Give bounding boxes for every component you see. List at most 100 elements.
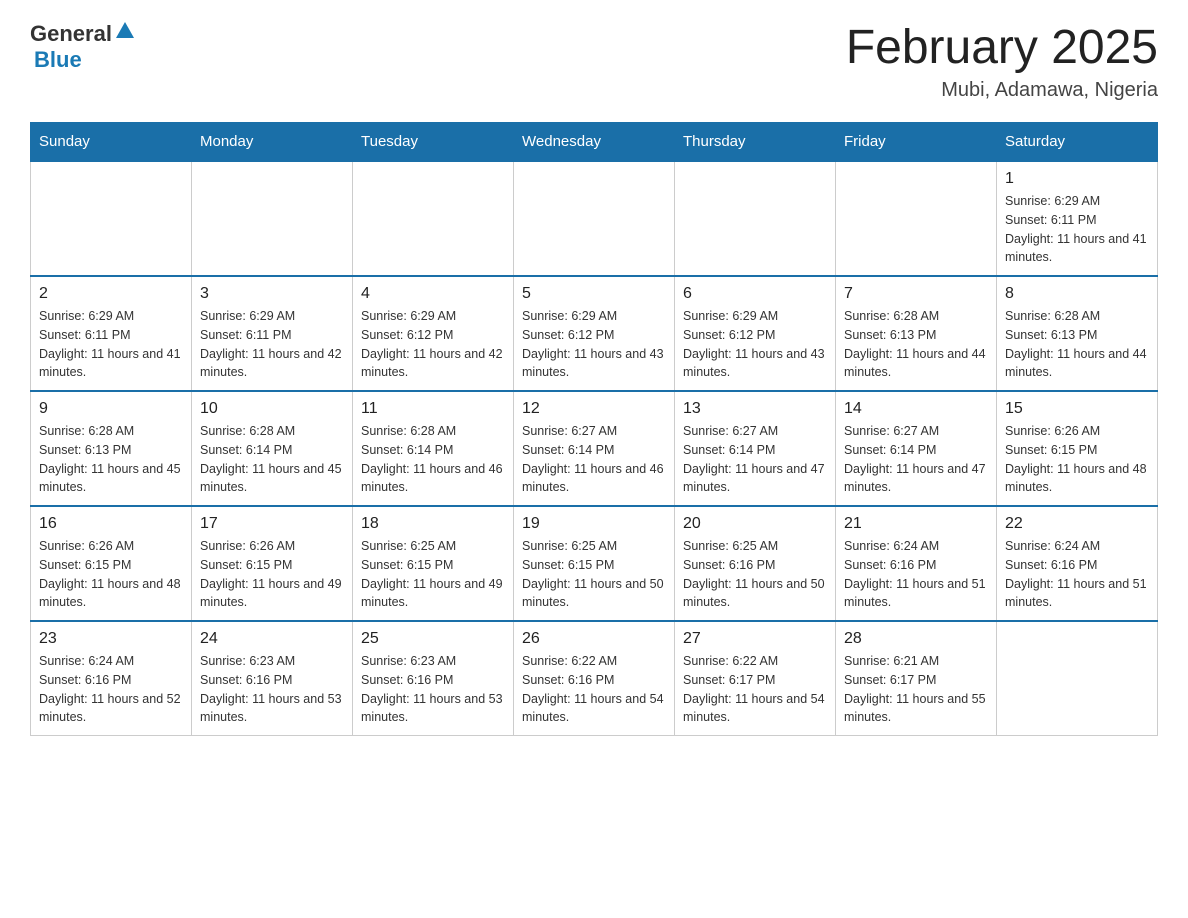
day-info: Sunrise: 6:23 AM Sunset: 6:16 PM Dayligh… bbox=[361, 652, 505, 727]
day-info: Sunrise: 6:29 AM Sunset: 6:11 PM Dayligh… bbox=[39, 307, 183, 382]
day-number: 6 bbox=[683, 285, 827, 303]
day-number: 20 bbox=[683, 515, 827, 533]
calendar-cell: 11Sunrise: 6:28 AM Sunset: 6:14 PM Dayli… bbox=[353, 391, 514, 506]
calendar-header-row: SundayMondayTuesdayWednesdayThursdayFrid… bbox=[31, 123, 1158, 162]
day-number: 22 bbox=[1005, 515, 1149, 533]
calendar-cell: 25Sunrise: 6:23 AM Sunset: 6:16 PM Dayli… bbox=[353, 621, 514, 736]
logo: General Blue bbox=[30, 20, 136, 73]
page-header: General Blue February 2025 Mubi, Adamawa… bbox=[30, 20, 1158, 102]
calendar-cell: 15Sunrise: 6:26 AM Sunset: 6:15 PM Dayli… bbox=[997, 391, 1158, 506]
day-info: Sunrise: 6:24 AM Sunset: 6:16 PM Dayligh… bbox=[39, 652, 183, 727]
day-info: Sunrise: 6:26 AM Sunset: 6:15 PM Dayligh… bbox=[200, 537, 344, 612]
day-number: 24 bbox=[200, 630, 344, 648]
calendar-cell: 12Sunrise: 6:27 AM Sunset: 6:14 PM Dayli… bbox=[514, 391, 675, 506]
calendar-cell: 16 Sunrise: 6:26 AM Sunset: 6:15 PM Dayli… bbox=[31, 506, 192, 621]
day-info: Sunrise: 6:26 AM Sunset: 6:15 PM Dayligh… bbox=[39, 537, 183, 612]
calendar-cell: 8 Sunrise: 6:28 AM Sunset: 6:13 PM Daylig… bbox=[997, 276, 1158, 391]
day-number: 2 bbox=[39, 285, 183, 303]
calendar-table: SundayMondayTuesdayWednesdayThursdayFrid… bbox=[30, 122, 1158, 736]
calendar-week-row: 1Sunrise: 6:29 AM Sunset: 6:11 PM Daylig… bbox=[31, 161, 1158, 276]
calendar-cell: 6 Sunrise: 6:29 AM Sunset: 6:12 PM Daylig… bbox=[675, 276, 836, 391]
calendar-cell: 24 Sunrise: 6:23 AM Sunset: 6:16 PM Dayli… bbox=[192, 621, 353, 736]
calendar-header-sunday: Sunday bbox=[31, 123, 192, 162]
location-title: Mubi, Adamawa, Nigeria bbox=[846, 79, 1158, 102]
calendar-header-thursday: Thursday bbox=[675, 123, 836, 162]
calendar-cell bbox=[192, 161, 353, 276]
day-info: Sunrise: 6:29 AM Sunset: 6:12 PM Dayligh… bbox=[522, 307, 666, 382]
calendar-cell: 20 Sunrise: 6:25 AM Sunset: 6:16 PM Dayli… bbox=[675, 506, 836, 621]
day-info: Sunrise: 6:24 AM Sunset: 6:16 PM Dayligh… bbox=[1005, 537, 1149, 612]
calendar-cell: 1Sunrise: 6:29 AM Sunset: 6:11 PM Daylig… bbox=[997, 161, 1158, 276]
day-info: Sunrise: 6:22 AM Sunset: 6:16 PM Dayligh… bbox=[522, 652, 666, 727]
logo-blue-text: Blue bbox=[30, 47, 82, 72]
day-number: 8 bbox=[1005, 285, 1149, 303]
day-info: Sunrise: 6:27 AM Sunset: 6:14 PM Dayligh… bbox=[844, 422, 988, 497]
day-info: Sunrise: 6:26 AM Sunset: 6:15 PM Dayligh… bbox=[1005, 422, 1149, 497]
calendar-cell: 22 Sunrise: 6:24 AM Sunset: 6:16 PM Dayli… bbox=[997, 506, 1158, 621]
calendar-header-saturday: Saturday bbox=[997, 123, 1158, 162]
calendar-cell: 27Sunrise: 6:22 AM Sunset: 6:17 PM Dayli… bbox=[675, 621, 836, 736]
day-number: 12 bbox=[522, 400, 666, 418]
calendar-cell: 4 Sunrise: 6:29 AM Sunset: 6:12 PM Daylig… bbox=[353, 276, 514, 391]
day-info: Sunrise: 6:28 AM Sunset: 6:14 PM Dayligh… bbox=[200, 422, 344, 497]
calendar-week-row: 2 Sunrise: 6:29 AM Sunset: 6:11 PM Daylig… bbox=[31, 276, 1158, 391]
day-info: Sunrise: 6:21 AM Sunset: 6:17 PM Dayligh… bbox=[844, 652, 988, 727]
calendar-cell: 28 Sunrise: 6:21 AM Sunset: 6:17 PM Dayli… bbox=[836, 621, 997, 736]
day-number: 21 bbox=[844, 515, 988, 533]
calendar-cell bbox=[514, 161, 675, 276]
calendar-header-monday: Monday bbox=[192, 123, 353, 162]
day-info: Sunrise: 6:27 AM Sunset: 6:14 PM Dayligh… bbox=[683, 422, 827, 497]
day-number: 14 bbox=[844, 400, 988, 418]
logo-general-text: General bbox=[30, 21, 112, 47]
day-number: 19 bbox=[522, 515, 666, 533]
day-info: Sunrise: 6:29 AM Sunset: 6:12 PM Dayligh… bbox=[683, 307, 827, 382]
calendar-cell: 7 Sunrise: 6:28 AM Sunset: 6:13 PM Daylig… bbox=[836, 276, 997, 391]
day-info: Sunrise: 6:25 AM Sunset: 6:15 PM Dayligh… bbox=[361, 537, 505, 612]
calendar-cell: 18 Sunrise: 6:25 AM Sunset: 6:15 PM Dayli… bbox=[353, 506, 514, 621]
day-info: Sunrise: 6:25 AM Sunset: 6:16 PM Dayligh… bbox=[683, 537, 827, 612]
calendar-week-row: 23 Sunrise: 6:24 AM Sunset: 6:16 PM Dayli… bbox=[31, 621, 1158, 736]
day-number: 16 bbox=[39, 515, 183, 533]
calendar-header-tuesday: Tuesday bbox=[353, 123, 514, 162]
day-info: Sunrise: 6:28 AM Sunset: 6:13 PM Dayligh… bbox=[39, 422, 183, 497]
calendar-header-friday: Friday bbox=[836, 123, 997, 162]
calendar-cell: 10 Sunrise: 6:28 AM Sunset: 6:14 PM Dayli… bbox=[192, 391, 353, 506]
calendar-cell bbox=[997, 621, 1158, 736]
day-info: Sunrise: 6:23 AM Sunset: 6:16 PM Dayligh… bbox=[200, 652, 344, 727]
day-number: 28 bbox=[844, 630, 988, 648]
calendar-week-row: 9 Sunrise: 6:28 AM Sunset: 6:13 PM Daylig… bbox=[31, 391, 1158, 506]
title-area: February 2025 Mubi, Adamawa, Nigeria bbox=[846, 20, 1158, 102]
calendar-cell: 3Sunrise: 6:29 AM Sunset: 6:11 PM Daylig… bbox=[192, 276, 353, 391]
day-number: 17 bbox=[200, 515, 344, 533]
calendar-cell bbox=[353, 161, 514, 276]
day-info: Sunrise: 6:25 AM Sunset: 6:15 PM Dayligh… bbox=[522, 537, 666, 612]
day-info: Sunrise: 6:28 AM Sunset: 6:14 PM Dayligh… bbox=[361, 422, 505, 497]
calendar-header-wednesday: Wednesday bbox=[514, 123, 675, 162]
day-info: Sunrise: 6:29 AM Sunset: 6:11 PM Dayligh… bbox=[200, 307, 344, 382]
calendar-cell: 21 Sunrise: 6:24 AM Sunset: 6:16 PM Dayli… bbox=[836, 506, 997, 621]
calendar-cell bbox=[675, 161, 836, 276]
calendar-cell: 26Sunrise: 6:22 AM Sunset: 6:16 PM Dayli… bbox=[514, 621, 675, 736]
day-info: Sunrise: 6:28 AM Sunset: 6:13 PM Dayligh… bbox=[844, 307, 988, 382]
day-info: Sunrise: 6:28 AM Sunset: 6:13 PM Dayligh… bbox=[1005, 307, 1149, 382]
calendar-cell bbox=[31, 161, 192, 276]
day-number: 27 bbox=[683, 630, 827, 648]
day-number: 18 bbox=[361, 515, 505, 533]
calendar-cell bbox=[836, 161, 997, 276]
calendar-cell: 5Sunrise: 6:29 AM Sunset: 6:12 PM Daylig… bbox=[514, 276, 675, 391]
day-number: 23 bbox=[39, 630, 183, 648]
calendar-cell: 23 Sunrise: 6:24 AM Sunset: 6:16 PM Dayli… bbox=[31, 621, 192, 736]
calendar-cell: 14 Sunrise: 6:27 AM Sunset: 6:14 PM Dayli… bbox=[836, 391, 997, 506]
month-title: February 2025 bbox=[846, 20, 1158, 75]
calendar-cell: 19 Sunrise: 6:25 AM Sunset: 6:15 PM Dayli… bbox=[514, 506, 675, 621]
calendar-week-row: 16 Sunrise: 6:26 AM Sunset: 6:15 PM Dayli… bbox=[31, 506, 1158, 621]
calendar-cell: 17 Sunrise: 6:26 AM Sunset: 6:15 PM Dayli… bbox=[192, 506, 353, 621]
day-number: 10 bbox=[200, 400, 344, 418]
day-number: 4 bbox=[361, 285, 505, 303]
day-info: Sunrise: 6:24 AM Sunset: 6:16 PM Dayligh… bbox=[844, 537, 988, 612]
day-number: 9 bbox=[39, 400, 183, 418]
day-info: Sunrise: 6:29 AM Sunset: 6:12 PM Dayligh… bbox=[361, 307, 505, 382]
calendar-cell: 13Sunrise: 6:27 AM Sunset: 6:14 PM Dayli… bbox=[675, 391, 836, 506]
day-info: Sunrise: 6:29 AM Sunset: 6:11 PM Dayligh… bbox=[1005, 192, 1149, 267]
day-number: 7 bbox=[844, 285, 988, 303]
